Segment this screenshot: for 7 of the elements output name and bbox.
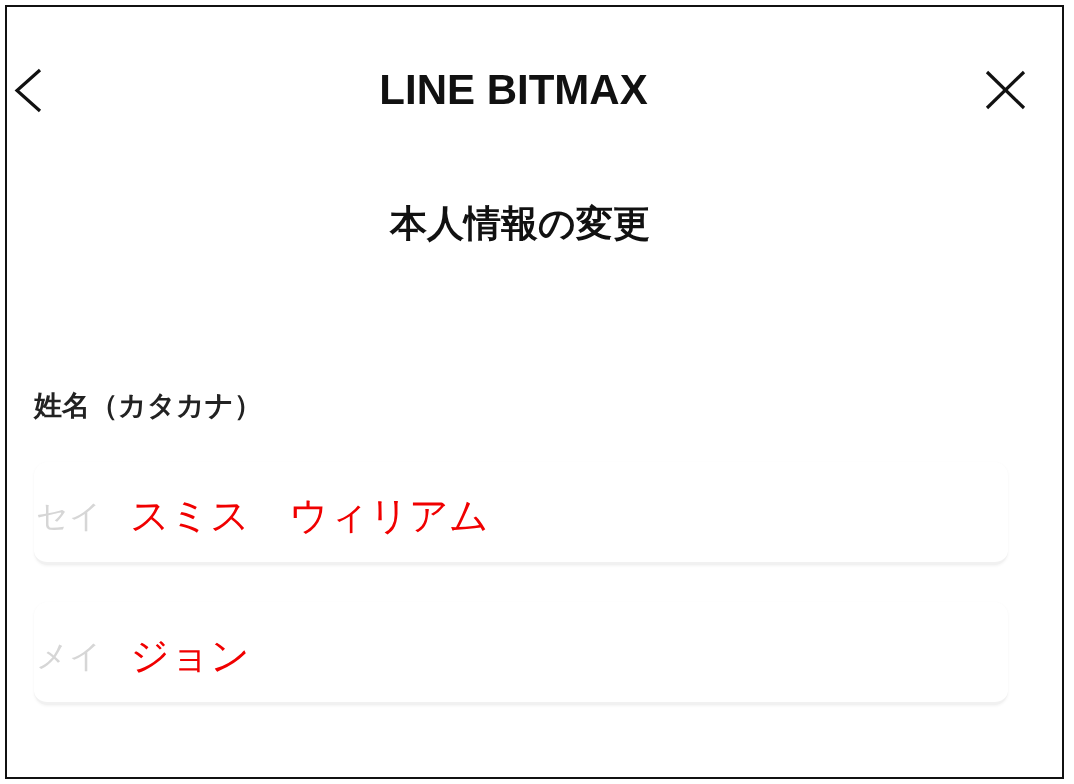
page-title: 本人情報の変更 bbox=[389, 202, 650, 246]
back-chevron-icon[interactable] bbox=[14, 67, 42, 113]
field-group-label: 姓名（カタカナ） bbox=[34, 389, 262, 423]
field-value: ジョン bbox=[130, 633, 250, 679]
close-icon[interactable] bbox=[985, 70, 1026, 110]
field-value: スミス ウィリアム bbox=[130, 493, 489, 539]
app-title: LINE BITMAX bbox=[379, 65, 648, 115]
